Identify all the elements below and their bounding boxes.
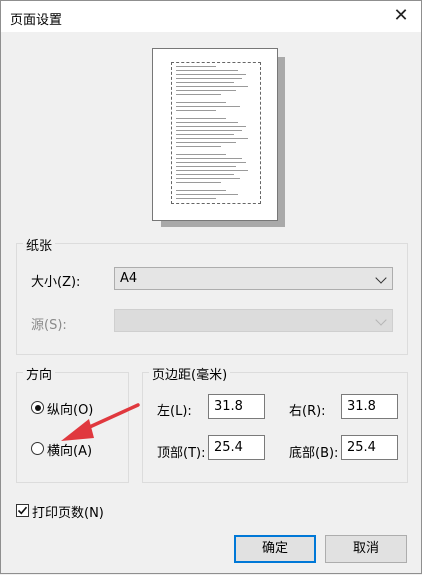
annotation-arrow-icon — [61, 403, 140, 441]
page-setup-dialog: 页面设置 ✕ 纸张 大小(Z): A4 源(S): 方向 纵向(O) 横向(A)… — [0, 0, 422, 574]
